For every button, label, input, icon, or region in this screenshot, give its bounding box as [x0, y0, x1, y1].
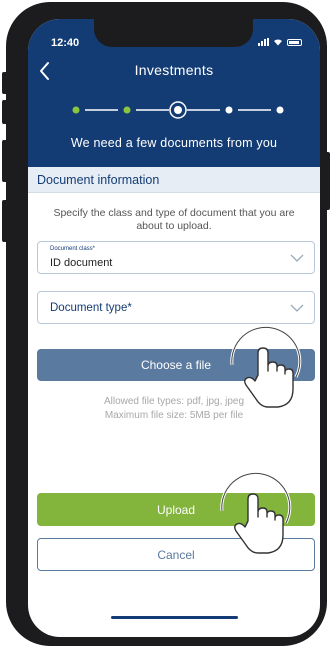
progress-stepper [72, 101, 284, 119]
section-title: Document information [37, 173, 160, 187]
signal-icon [258, 38, 269, 46]
stepper-dot-completed [123, 106, 131, 114]
tap-gesture-icon [230, 325, 302, 408]
status-icons [258, 38, 302, 46]
page-title: Investments [134, 62, 214, 78]
choose-file-label: Choose a file [140, 358, 212, 372]
intro-text: Specify the class and type of document t… [53, 207, 295, 232]
status-time: 12:40 [51, 37, 80, 49]
upload-label: Upload [156, 502, 196, 517]
cancel-label: Cancel [157, 547, 195, 562]
document-class-value: ID document [50, 257, 113, 269]
wifi-icon [274, 39, 282, 46]
phone-frame: 12:40 Investments We need a few document… [6, 2, 327, 646]
tap-gesture-icon [220, 471, 292, 554]
stepper-dot-current [174, 106, 182, 114]
document-type-placeholder: Document type* [50, 302, 132, 314]
stepper-dot-upcoming [276, 106, 284, 114]
section-header: Document information [28, 167, 320, 193]
home-indicator [111, 616, 238, 619]
phone-notch [94, 19, 253, 47]
battery-icon [287, 39, 302, 46]
page-subtitle: We need a few documents from you [70, 136, 278, 150]
phone-screen: 12:40 Investments We need a few document… [28, 19, 320, 637]
stepper-dot-upcoming [225, 106, 233, 114]
stepper-dot-completed [72, 106, 80, 114]
chevron-down-icon [290, 304, 304, 312]
document-class-select[interactable]: Document class* ID document [37, 241, 315, 274]
document-class-label: Document class* [50, 246, 96, 252]
chevron-down-icon [290, 254, 304, 262]
